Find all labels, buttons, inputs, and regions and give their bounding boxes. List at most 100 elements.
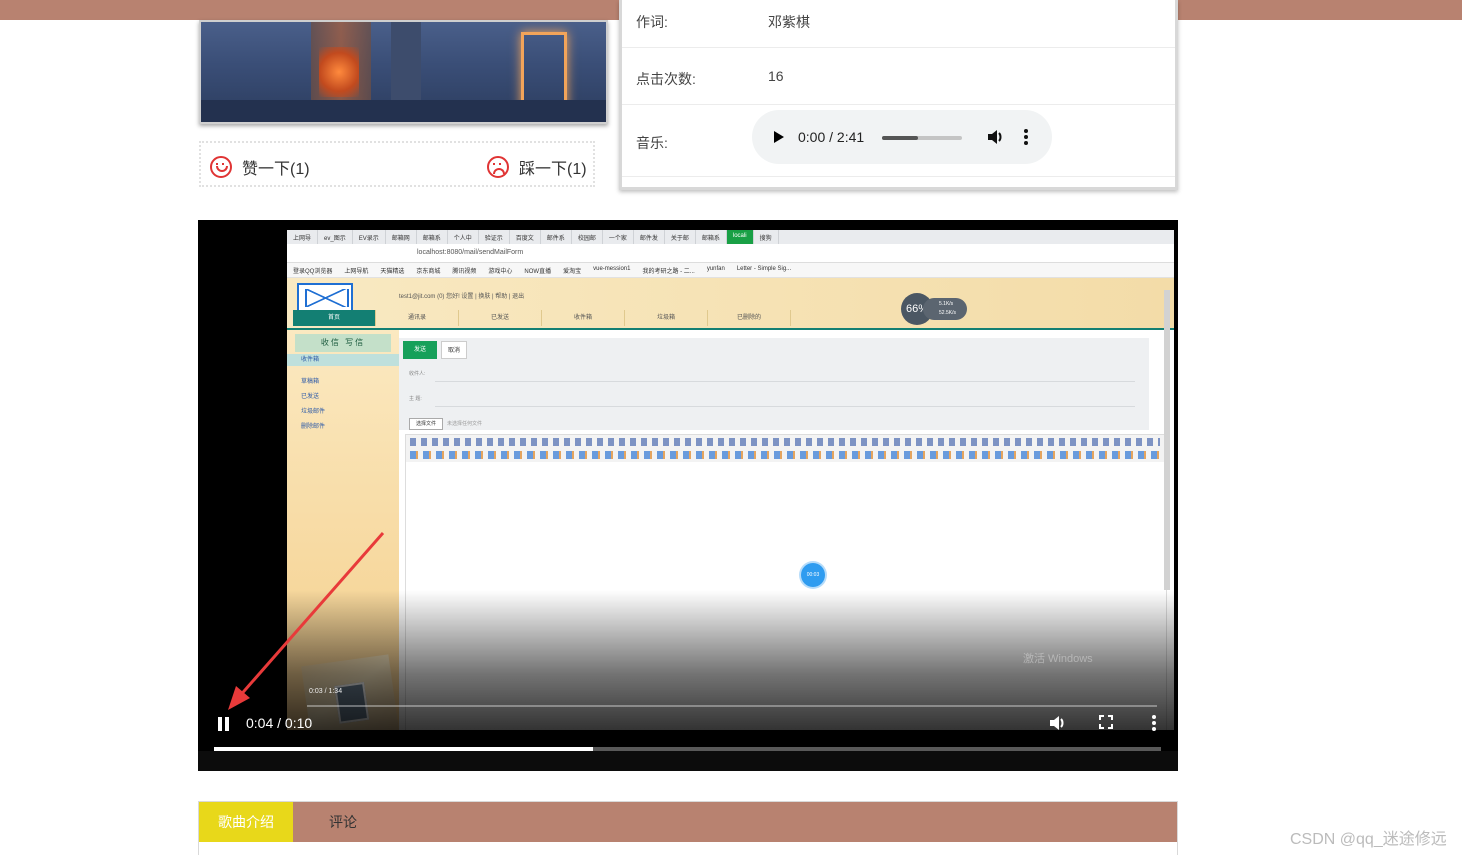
- bookmark-item: 天猫精选: [380, 269, 405, 275]
- like-label: 赞一下(1): [242, 161, 310, 178]
- mail-sidebar-item: 垃圾邮件: [301, 409, 326, 415]
- browser-tab: 校园邮: [572, 230, 603, 244]
- music-label: 音乐:: [636, 135, 668, 151]
- fullscreen-icon[interactable]: [1099, 715, 1113, 729]
- pause-icon[interactable]: [218, 717, 230, 731]
- browser-tab: 邮箱网: [386, 230, 417, 244]
- bookmark-item: 我的考研之路 - 二...: [642, 269, 695, 275]
- mail-nav-item: 已发送: [459, 310, 542, 326]
- smile-icon: [210, 156, 232, 178]
- mail-sidebar-item: 已发送: [301, 394, 320, 400]
- browser-tab-strip: 上网导 ev_图示 EV录示 邮箱网 邮箱系 个人中 验证示 百度文 邮件系 校园邮 一个家 邮件发关…: [287, 230, 1174, 244]
- video-seek-fill: [214, 747, 593, 751]
- clicks-label: 点击次数:: [636, 71, 696, 87]
- song-tabs: 歌曲介绍 评论: [198, 801, 1178, 855]
- video-frame: 上网导 ev_图示 EV录示 邮箱网 邮箱系 个人中 验证示 百度文 邮件系 校园邮 一个家 邮件发关…: [287, 230, 1174, 730]
- bookmark-item: Letter - Simple Sig...: [736, 266, 792, 272]
- frown-icon: [487, 156, 509, 178]
- to-label: 收件人:: [409, 371, 426, 377]
- mail-sidebar-item: 收件箱: [287, 354, 399, 366]
- bookmark-item: 游戏中心: [488, 269, 513, 275]
- dislike-label: 踩一下(1): [519, 161, 587, 178]
- video-seek-bar[interactable]: [214, 747, 1161, 751]
- mail-logo-icon: [297, 283, 353, 313]
- mail-nav-item: 已删除的: [708, 310, 791, 326]
- mail-sidebar-item: 草稿箱: [301, 379, 320, 385]
- windows-activation-text: 激活 Windows: [1023, 653, 1093, 665]
- bookmark-item: 腾讯视频: [452, 269, 477, 275]
- browser-address-bar: localhost:8080/mail/sendMailForm: [287, 244, 1174, 263]
- video-controls: 0:04 / 0:10: [198, 700, 1178, 771]
- audio-more-icon[interactable]: [1024, 129, 1028, 145]
- video-volume-icon[interactable]: [1048, 714, 1066, 732]
- editor-toolbar: [405, 434, 1167, 464]
- play-icon[interactable]: [774, 131, 784, 143]
- bookmark-item: 京东商城: [416, 269, 441, 275]
- browser-tab: 邮箱系: [696, 230, 727, 244]
- clicks-row: 点击次数: 16: [622, 47, 1175, 105]
- lyricist-label: 作词:: [636, 14, 668, 30]
- lyricist-row: 作词: 邓紫棋: [622, 0, 1175, 48]
- browser-tab: 邮件系: [541, 230, 572, 244]
- bookmark-item: vue-mession1: [593, 266, 631, 272]
- video-more-icon[interactable]: [1152, 715, 1156, 731]
- audio-player: 0:00 / 2:41: [752, 110, 1052, 164]
- send-button: 发送: [403, 341, 437, 359]
- tab-intro[interactable]: 歌曲介绍: [199, 802, 293, 842]
- frame-scrollbar: [1164, 290, 1170, 590]
- csdn-watermark: CSDN @qq_迷途修远: [1290, 831, 1447, 848]
- mail-nav-item: 垃圾箱: [625, 310, 708, 326]
- lyricist-value: 邓紫棋: [768, 14, 810, 30]
- bookmark-item: yunfan: [706, 266, 725, 272]
- browser-tab: 关于邮: [665, 230, 696, 244]
- mail-nav-item: 收件箱: [542, 310, 625, 326]
- vote-box: 赞一下(1) 踩一下(1): [199, 141, 595, 187]
- attach-hint: 未选择任何文件: [447, 421, 483, 427]
- clicks-value: 16: [768, 68, 784, 84]
- browser-tab: 个人中: [448, 230, 479, 244]
- bookmark-item: 爱淘宝: [563, 269, 582, 275]
- audio-seek-fill: [882, 136, 918, 140]
- browser-tab: locali: [726, 230, 754, 244]
- bookmark-item: 登录QQ浏览器: [293, 269, 333, 275]
- mail-sidebar-item: 删除邮件: [301, 424, 326, 430]
- volume-icon[interactable]: [986, 128, 1004, 146]
- audio-seek-bar[interactable]: [882, 136, 962, 140]
- subject-label: 主 题:: [409, 396, 422, 402]
- sidebar-buttons: 收信 写信: [295, 334, 391, 352]
- mail-header: test1@jit.com (0) 您好! 设置 | 换肤 | 帮助 | 退出 …: [287, 278, 1174, 330]
- attach-button: 选择文件: [409, 418, 443, 430]
- mail-nav-item: 首页: [293, 310, 376, 326]
- browser-tab: 一个家: [603, 230, 634, 244]
- browser-tab: 百度文: [510, 230, 541, 244]
- browser-tab: 邮件发: [634, 230, 665, 244]
- browser-tab: 邮箱系: [417, 230, 448, 244]
- browser-bookmarks: 登录QQ浏览器 上网导航 天猫精选 京东商城 腾讯视频 游戏中心 NOW直播 爱淘宝 vue-m…: [287, 263, 1174, 278]
- speed-up: 5.1K/s: [939, 301, 954, 307]
- cancel-button: 取消: [441, 341, 467, 359]
- speed-down: 52.5K/s: [939, 310, 956, 316]
- dislike-button[interactable]: 踩一下(1): [487, 155, 587, 179]
- mail-user-info: test1@jit.com (0) 您好! 设置 | 换肤 | 帮助 | 退出: [399, 294, 525, 300]
- speed-pill: 5.1K/s 52.5K/s: [923, 298, 967, 320]
- song-cover-image: [199, 20, 608, 124]
- browser-url: localhost:8080/mail/sendMailForm: [417, 249, 524, 256]
- bookmark-item: 上网导航: [344, 269, 369, 275]
- like-button[interactable]: 赞一下(1): [210, 155, 310, 179]
- compose-form: 发送 取消 收件人: 主 题: 选择文件 未选择任何文件: [399, 338, 1149, 430]
- mail-nav: 首页 通讯录 已发送 收件箱 垃圾箱 已删除的: [293, 310, 791, 326]
- mail-nav-item: 通讯录: [376, 310, 459, 326]
- browser-tab: 上网导: [287, 230, 319, 244]
- tab-comments[interactable]: 评论: [329, 802, 357, 842]
- browser-tab: 验证示: [479, 230, 510, 244]
- audio-time: 0:00 / 2:41: [798, 129, 865, 145]
- inner-video-time: 0:03 / 1:34: [309, 688, 343, 695]
- browser-tab: ev_图示: [318, 230, 353, 244]
- bookmark-item: NOW直播: [524, 269, 552, 275]
- cursor-highlight: 00:03: [801, 563, 825, 587]
- video-player[interactable]: 上网导 ev_图示 EV录示 邮箱网 邮箱系 个人中 验证示 百度文 邮件系 校园邮 一个家 邮件发关…: [198, 220, 1178, 771]
- browser-tab: EV录示: [353, 230, 386, 244]
- song-info-card: 作词: 邓紫棋 点击次数: 16 音乐: 0:00 / 2:41: [619, 0, 1178, 190]
- video-time: 0:04 / 0:10: [246, 715, 313, 731]
- browser-tab: 搜狗: [754, 230, 779, 244]
